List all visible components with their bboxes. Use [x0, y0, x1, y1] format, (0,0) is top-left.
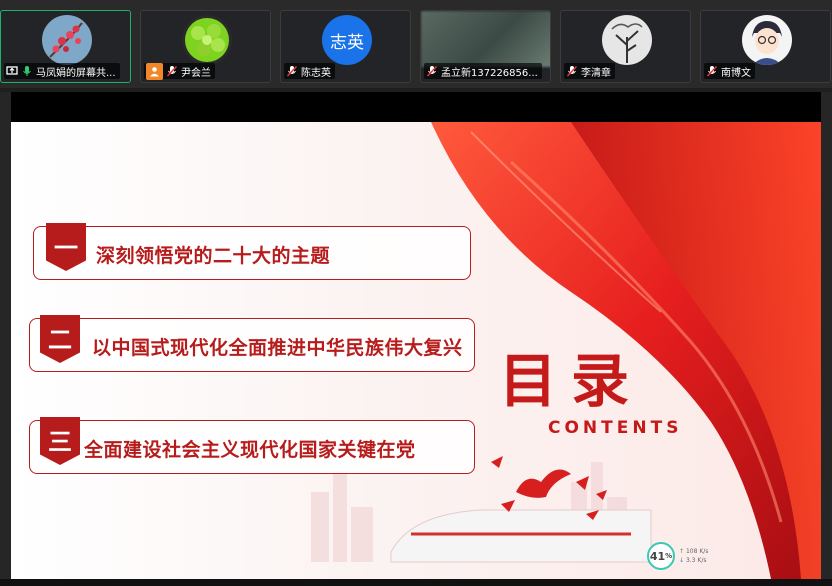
ink-tree-photo: [602, 15, 652, 65]
avatar: [602, 15, 652, 65]
participant-tile-1[interactable]: 马凤娟的屏幕共...: [0, 10, 131, 83]
item-title: 以中国式现代化全面推进中华民族伟大复兴: [92, 337, 463, 359]
text-avatar: 志英: [322, 15, 372, 65]
blurred-video: [421, 11, 550, 67]
participant-name: 尹会兰: [181, 67, 211, 79]
participant-name: 李清章: [581, 67, 611, 79]
mic-muted-icon[interactable]: [286, 65, 298, 77]
participant-strip: 马凤娟的屏幕共... 尹会兰 志英 陈志英 孟立新137226856... 李清…: [0, 0, 832, 88]
contents-item-2[interactable]: 二 以中国式现代化全面推进中华民族伟大复兴: [29, 315, 475, 372]
avatar: [182, 15, 232, 65]
stage-margin: [0, 92, 11, 586]
network-rates: ↑ 108 K/s ↓ 3.3 K/s: [679, 548, 709, 564]
download-rate: 3.3 K/s: [685, 557, 707, 564]
plum-blossom-photo: [42, 15, 92, 65]
item-title: 深刻领悟党的二十大的主题: [96, 245, 331, 267]
stage-margin: [821, 92, 832, 586]
contents-item-3[interactable]: 三 全面建设社会主义现代化国家关键在党: [29, 417, 475, 474]
avatar-text: 志英: [330, 32, 364, 53]
participant-name: 陈志英: [301, 67, 331, 79]
slide-subtitle: CONTENTS: [548, 418, 683, 438]
network-percent: 41%: [647, 542, 675, 570]
participant-tile-6[interactable]: 南博文: [700, 10, 831, 83]
participant-name: 孟立新137226856...: [441, 67, 538, 79]
item-number-badge: 三: [40, 417, 80, 465]
item-number-badge: 二: [40, 315, 80, 363]
mic-muted-icon[interactable]: [166, 65, 178, 77]
participant-name: 马凤娟的屏幕共...: [36, 67, 116, 79]
mic-muted-icon[interactable]: [426, 65, 438, 77]
name-bar: 尹会兰: [144, 62, 215, 80]
network-speed-widget[interactable]: 41% ↑ 108 K/s ↓ 3.3 K/s: [647, 542, 708, 570]
upload-rate: 108 K/s: [685, 548, 709, 555]
item-title: 全面建设社会主义现代化国家关键在党: [84, 439, 416, 461]
screen-share-icon: [6, 66, 18, 75]
stage-bottom-edge: [0, 579, 832, 586]
cartoon-boy-photo: [742, 15, 792, 65]
name-bar: 孟立新137226856...: [424, 63, 542, 79]
contents-item-1[interactable]: 一 深刻领悟党的二十大的主题: [33, 223, 471, 280]
mic-muted-icon[interactable]: [566, 65, 578, 77]
item-number-badge: 一: [46, 223, 86, 271]
shared-screen-slide: 一 深刻领悟党的二十大的主题 二 以中国式现代化全面推进中华民族伟大复兴 三 全…: [11, 122, 821, 579]
stage-letterbox: [11, 92, 821, 122]
participant-tile-3[interactable]: 志英 陈志英: [280, 10, 411, 83]
avatar: [42, 15, 92, 65]
slide-title: 目录: [499, 347, 644, 415]
avatar: [742, 15, 792, 65]
participant-name: 南博文: [721, 67, 751, 79]
name-bar: 李清章: [564, 63, 615, 79]
name-bar: 南博文: [704, 63, 755, 79]
participant-tile-4[interactable]: 孟立新137226856...: [420, 10, 551, 83]
name-bar: 陈志英: [284, 63, 335, 79]
mic-on-icon[interactable]: [21, 65, 33, 77]
host-icon: [146, 62, 163, 80]
participant-tile-5[interactable]: 李清章: [560, 10, 691, 83]
mic-muted-icon[interactable]: [706, 65, 718, 77]
participant-tile-2[interactable]: 尹会兰: [140, 10, 271, 83]
green-succulent-photo: [182, 15, 232, 65]
name-bar: 马凤娟的屏幕共...: [4, 63, 120, 79]
